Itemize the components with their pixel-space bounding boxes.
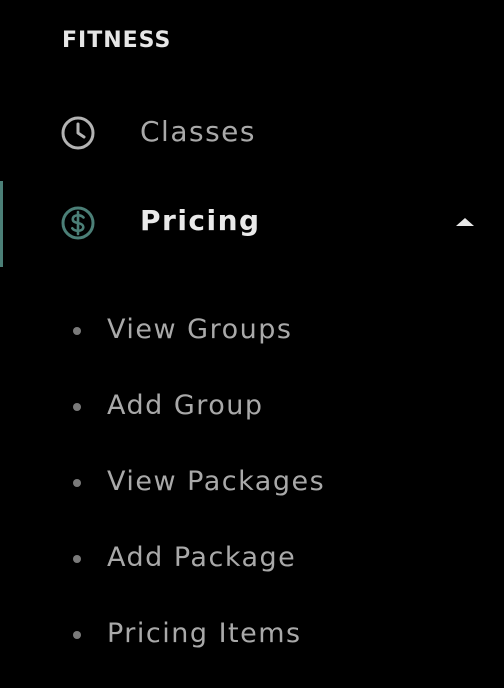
chevron-up-icon[interactable] [456,218,474,226]
submenu-item-view-packages[interactable]: View Packages [0,457,504,507]
submenu-item-label: View Packages [107,466,326,497]
sidebar-item-label: Classes [140,115,256,148]
sidebar: FITNESS Classes Pricing View Groups Add … [0,0,504,688]
bullet-icon [73,327,81,335]
clock-icon [60,115,96,151]
submenu-item-label: Add Group [107,390,264,421]
bullet-icon [73,555,81,563]
submenu-item-label: Add Package [107,542,297,573]
dollar-circle-icon [60,205,96,241]
bullet-icon [73,403,81,411]
submenu-item-add-group[interactable]: Add Group [0,381,504,431]
submenu-item-label: View Groups [107,314,293,345]
bullet-icon [73,631,81,639]
submenu-item-pricing-items[interactable]: Pricing Items [0,609,504,659]
sidebar-item-pricing[interactable]: Pricing [0,192,504,252]
sidebar-item-label: Pricing [140,204,261,237]
submenu-item-add-package[interactable]: Add Package [0,533,504,583]
submenu-item-view-groups[interactable]: View Groups [0,305,504,355]
bullet-icon [73,479,81,487]
submenu-item-label: Pricing Items [107,618,302,649]
section-title: FITNESS [62,28,172,53]
sidebar-item-classes[interactable]: Classes [0,102,504,162]
